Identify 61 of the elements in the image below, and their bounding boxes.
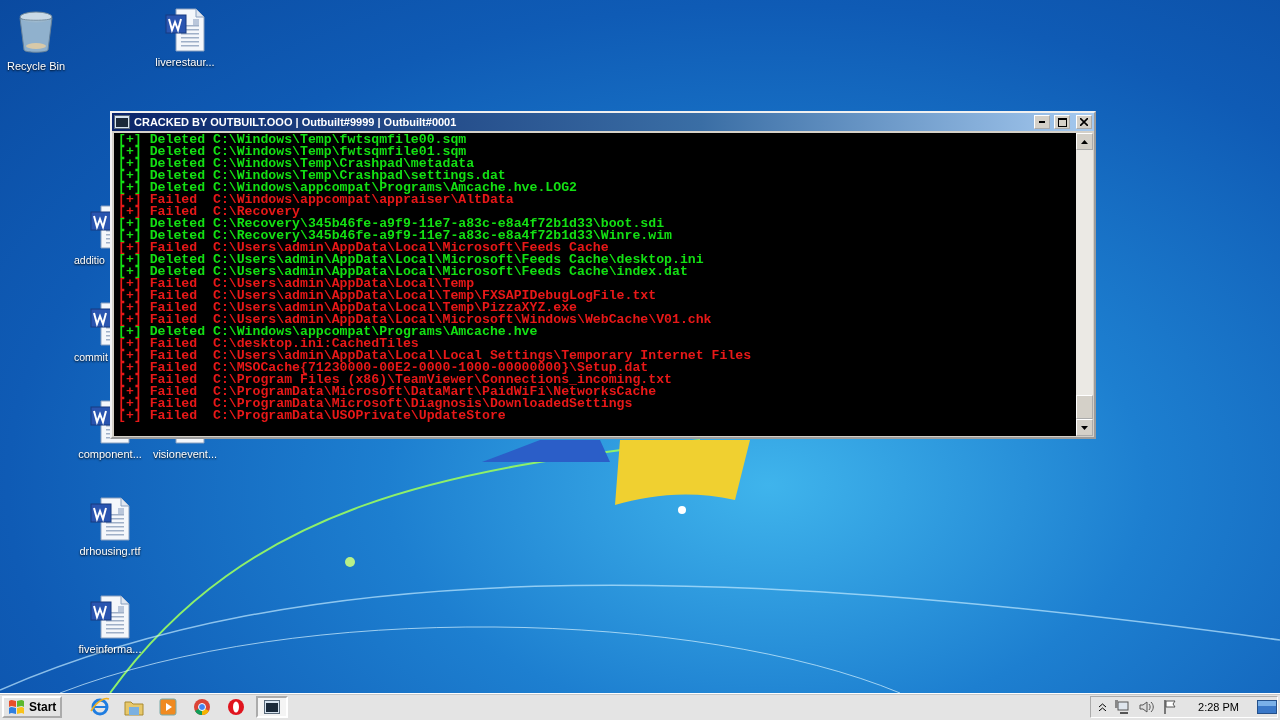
speaker-icon[interactable]	[1138, 699, 1155, 715]
icon-label: visionevent...	[152, 448, 218, 460]
network-icon[interactable]	[1114, 699, 1131, 715]
scroll-up-button[interactable]	[1076, 133, 1093, 150]
log-line: [+] Failed C:\ProgramData\USOPrivate\UpdateStore	[118, 410, 506, 422]
console-icon	[264, 700, 281, 714]
word-document-icon	[90, 595, 130, 639]
icon-label: additio	[74, 254, 105, 266]
log-line: [+] Failed C:\Windows\appcompat\appraiser\AltData	[118, 194, 514, 206]
window-title: CRACKED BY OUTBUILT.OOO | Outbuilt#9999 | Outbuilt#0001	[134, 116, 458, 128]
log-line: [+] Failed C:\ProgramData\Microsoft\Diagnosis\DownloadedSettings	[118, 398, 633, 410]
maximize-button[interactable]	[1054, 115, 1070, 129]
icon-label: commit	[74, 351, 108, 363]
scroll-down-button[interactable]	[1076, 419, 1093, 436]
log-line: [+] Deleted C:\Windows\Temp\fwtsqmfile01.sqm	[118, 146, 467, 158]
close-icon	[1080, 118, 1088, 126]
log-line: [+] Deleted C:\Windows\appcompat\Programs\Amcache.hve	[118, 326, 538, 338]
sparkle	[345, 557, 355, 567]
minimize-icon	[1039, 121, 1045, 123]
chevron-up-icon[interactable]	[1099, 703, 1107, 711]
log-line: [+] Failed C:\Users\admin\AppData\Local\Local Settings\Temporary Internet Files	[118, 350, 753, 362]
log-line: [+] Deleted C:\Windows\Temp\Crashpad\metadata	[118, 158, 475, 170]
log-line: [+] Deleted C:\Windows\Temp\fwtsqmfile00.sqm	[118, 134, 468, 146]
log-line: [+] Deleted C:\Recovery\345b46fe-a9f9-11e7-a83c-e8a4f72b1d33\Winre.wim	[118, 230, 673, 242]
maximize-icon	[1057, 117, 1067, 127]
close-button[interactable]	[1076, 115, 1092, 129]
log-line: [+] Failed C:\Recovery	[118, 206, 301, 218]
flag-icon[interactable]	[1162, 699, 1179, 715]
clock[interactable]: 2:28 PM	[1198, 701, 1239, 713]
icon-label: drhousing.rtf	[79, 545, 141, 557]
start-button[interactable]: Start	[2, 696, 63, 718]
console-task-button[interactable]	[256, 696, 289, 718]
icon-label: fiveinforma...	[78, 643, 142, 655]
sparkle	[678, 506, 686, 514]
console-icon	[114, 115, 130, 129]
log-line: [+] Deleted C:\Users\admin\AppData\Local\Microsoft\Feeds Cache\index.dat	[118, 266, 688, 278]
word-document-icon	[90, 497, 130, 541]
log-line: [+] Deleted C:\Users\admin\AppData\Local\Microsoft\Feeds Cache\desktop.ini	[118, 254, 705, 266]
down-arrow-icon	[1081, 425, 1088, 430]
log-line: [+] Failed C:\Program Files (x86)\TeamViewer\Connections_incoming.txt	[118, 374, 673, 386]
log-line: [+] Deleted C:\Recovery\345b46fe-a9f9-11e7-a83c-e8a4f72b1d33\boot.sdi	[118, 218, 665, 230]
log-line: [+] Failed C:\MSOCache{71230000-00E2-0000-1000-00000000}\Setup.dat	[118, 362, 649, 374]
scrollbar[interactable]	[1076, 133, 1093, 436]
log-line: [+] Failed C:\ProgramData\Microsoft\DataMart\PaidWiFi\NetworksCache	[118, 386, 657, 398]
log-line: [+] Failed C:\Users\admin\AppData\Local\Microsoft\Feeds Cache	[118, 242, 609, 254]
log-line: [+] Deleted C:\Windows\appcompat\Programs\Amcache.hve.LOG2	[118, 182, 578, 194]
icon-label: component...	[78, 448, 142, 460]
log-line: [+] Failed C:\Users\admin\AppData\Local\Temp\PizzaXYZ.exe	[118, 302, 577, 314]
windows-flag-icon	[8, 699, 26, 715]
word-document-icon	[165, 8, 205, 52]
minimize-button[interactable]	[1034, 115, 1050, 129]
log-line: [+] Failed C:\Users\admin\AppData\Local\Microsoft\Windows\WebCache\V01.chk	[118, 314, 713, 326]
log-line: [+] Deleted C:\Windows\Temp\Crashpad\settings.dat	[118, 170, 506, 182]
icon-label: Recycle Bin	[6, 60, 66, 72]
up-arrow-icon	[1081, 139, 1088, 144]
scroll-thumb[interactable]	[1076, 395, 1093, 419]
show-desktop-icon[interactable]	[1257, 700, 1277, 714]
log-line: [+] Failed C:\Users\admin\AppData\Local\Temp\FXSAPIDebugLogFile.txt	[118, 290, 658, 302]
icon-label: liverestaur...	[155, 56, 215, 68]
log-line: [+] Failed C:\Users\admin\AppData\Local\Temp	[118, 278, 475, 290]
log-line: [+] Failed C:\desktop.ini:CachedTiles	[118, 338, 419, 350]
